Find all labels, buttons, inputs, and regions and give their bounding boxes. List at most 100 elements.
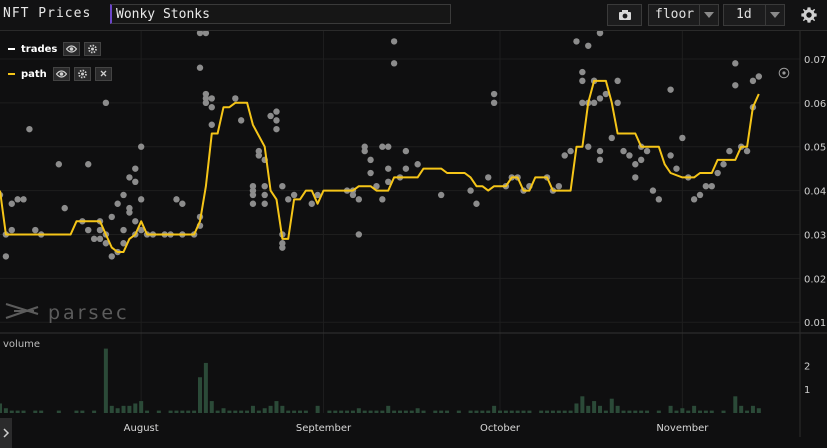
- volume-bar: [598, 405, 602, 413]
- volume-bar: [415, 408, 420, 413]
- path-settings-button[interactable]: [73, 67, 91, 81]
- volume-bar: [456, 410, 461, 413]
- trade-point: [355, 196, 363, 203]
- trade-point: [402, 165, 410, 172]
- legend-path-label: path: [21, 68, 47, 80]
- legend-trades-label: trades: [21, 43, 58, 55]
- volume-bar: [686, 410, 691, 413]
- trade-point: [679, 134, 686, 142]
- trades-settings-button[interactable]: [84, 42, 102, 56]
- trade-point: [720, 161, 727, 168]
- volume-bar: [250, 405, 255, 413]
- volume-bar: [433, 410, 438, 413]
- volume-bar: [386, 405, 391, 413]
- volume-bar: [21, 410, 26, 413]
- y-tick-label: 0.05: [804, 143, 826, 154]
- metric-select[interactable]: floor: [648, 4, 719, 26]
- volume-bar: [9, 410, 14, 413]
- screenshot-button[interactable]: [607, 4, 642, 26]
- y-tick-label: 0.01: [804, 318, 826, 329]
- trade-point: [308, 200, 315, 207]
- volume-bar: [574, 403, 579, 413]
- volume-bar: [56, 410, 61, 413]
- trade-point: [8, 200, 15, 207]
- volume-bar: [421, 410, 426, 413]
- volume-bar: [745, 410, 750, 413]
- volume-bars: [0, 348, 761, 413]
- price-chart: parsec 0.070.060.050.040.030.020.01 21 A…: [0, 29, 827, 437]
- volume-bar: [592, 401, 597, 413]
- trade-point: [273, 117, 280, 124]
- collection-search-input[interactable]: [110, 4, 451, 24]
- volume-bar: [492, 405, 497, 413]
- trade-point: [279, 182, 286, 190]
- volume-y-axis: 21: [804, 361, 810, 396]
- x-tick-label: November: [656, 423, 709, 434]
- metric-select-value: floor: [655, 7, 695, 22]
- volume-bar: [339, 410, 344, 413]
- volume-bar: [674, 410, 679, 413]
- trade-point: [596, 147, 604, 155]
- trade-point: [732, 82, 739, 89]
- volume-bar: [615, 405, 620, 413]
- trade-point: [14, 196, 21, 203]
- price-y-axis: 0.07 0.06 0.05 0.04 0.03 0.02 0.01: [804, 55, 826, 329]
- trade-point: [196, 29, 204, 37]
- trade-point: [385, 143, 392, 150]
- trades-swatch: [8, 48, 15, 50]
- metric-dropdown-toggle[interactable]: [699, 5, 718, 25]
- trade-point: [614, 99, 621, 107]
- trade-point: [85, 161, 92, 168]
- trade-point: [402, 147, 410, 155]
- trade-point: [279, 244, 286, 251]
- trade-point: [249, 191, 257, 199]
- parsec-logo-icon: [5, 303, 39, 319]
- sidebar-expand-handle[interactable]: [0, 418, 12, 448]
- gear-icon[interactable]: [800, 6, 818, 24]
- trade-point: [108, 213, 115, 221]
- trade-point: [749, 77, 757, 85]
- trade-point: [261, 182, 268, 190]
- chevron-down-icon: [704, 12, 714, 18]
- path-remove-button[interactable]: [94, 67, 112, 81]
- trade-point: [643, 147, 651, 155]
- volume-bar: [639, 410, 644, 413]
- trade-point: [137, 196, 145, 203]
- volume-bar: [721, 410, 726, 413]
- volume-bar: [668, 405, 673, 413]
- volume-bar: [709, 410, 714, 413]
- volume-bar: [398, 410, 402, 413]
- trade-point: [120, 226, 127, 234]
- trade-point: [708, 182, 715, 190]
- trade-point: [696, 191, 704, 199]
- volume-bar: [186, 410, 191, 413]
- volume-bar: [550, 410, 555, 413]
- volume-bar: [15, 410, 20, 413]
- volume-bar: [498, 410, 502, 413]
- volume-bar: [356, 408, 361, 413]
- trades-visibility-button[interactable]: [63, 42, 81, 56]
- volume-bar: [133, 403, 138, 413]
- interval-select[interactable]: 1d: [723, 4, 785, 26]
- path-swatch: [8, 73, 15, 75]
- trade-point: [85, 226, 92, 234]
- trade-point: [585, 143, 592, 150]
- volume-bar: [627, 410, 632, 413]
- volume-bar: [180, 410, 185, 413]
- path-visibility-button[interactable]: [52, 67, 70, 81]
- volume-bar: [439, 410, 444, 413]
- legend-path: path: [8, 66, 116, 82]
- volume-bar: [221, 408, 226, 413]
- trade-point: [96, 235, 104, 243]
- volume-bar: [327, 410, 332, 413]
- trade-point: [179, 200, 186, 207]
- interval-dropdown-toggle[interactable]: [765, 5, 784, 25]
- volume-bar: [174, 410, 179, 413]
- trade-point: [379, 143, 386, 150]
- volume-bar: [756, 408, 761, 413]
- trade-point: [690, 196, 698, 203]
- crosshair-icon[interactable]: [778, 67, 790, 79]
- trade-point: [632, 174, 639, 181]
- trade-point: [285, 196, 292, 203]
- trade-point: [249, 200, 257, 207]
